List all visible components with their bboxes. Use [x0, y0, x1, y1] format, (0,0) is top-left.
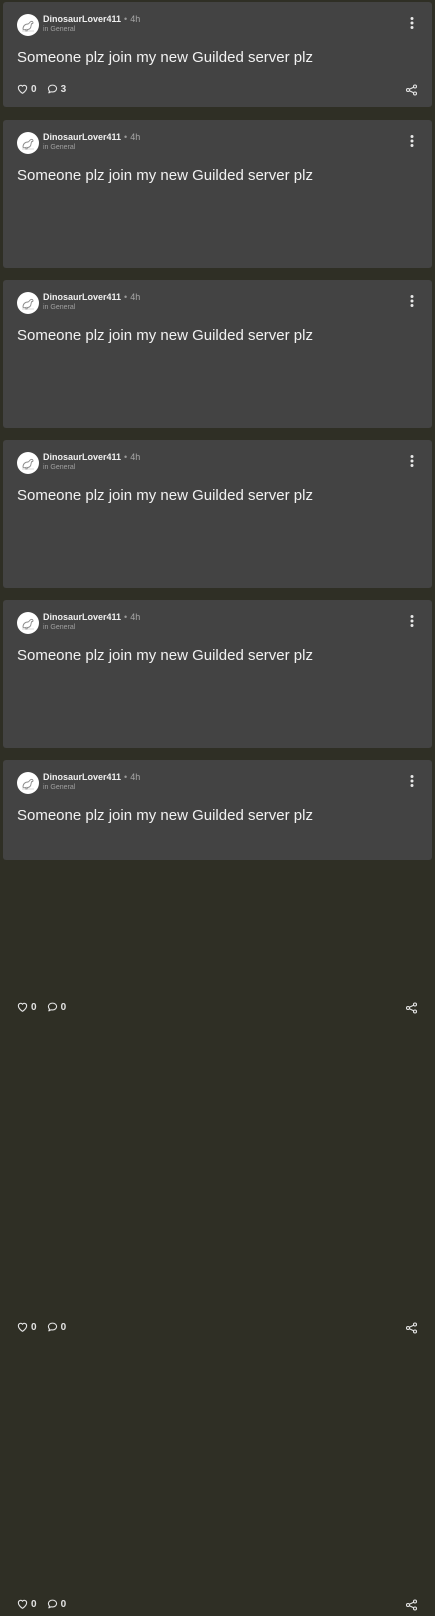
comment-icon: [47, 1322, 61, 1332]
like-count: 0: [31, 1001, 37, 1013]
channel-prefix: in: [43, 784, 49, 791]
comment-count: 0: [60, 1321, 67, 1333]
like-button[interactable]: 0: [17, 1002, 37, 1013]
post-time: 4h: [130, 292, 141, 302]
post-actions: 0 3: [17, 83, 76, 95]
like-count: 0: [31, 1598, 37, 1610]
post-actions: 0 0: [17, 1598, 76, 1610]
post-meta: DinosaurLover411 • 4h in General: [43, 292, 141, 312]
channel-link[interactable]: General: [50, 624, 75, 631]
author-name[interactable]: DinosaurLover411: [43, 292, 121, 302]
post-actions: 0 0: [17, 1001, 76, 1013]
comment-count: 0: [60, 1598, 67, 1610]
author-avatar[interactable]: [17, 772, 39, 794]
post-title[interactable]: Someone plz join my new Guilded server p…: [17, 49, 313, 66]
share-icon[interactable]: [405, 1321, 419, 1334]
separator-dot: •: [124, 612, 128, 622]
author-name[interactable]: DinosaurLover411: [43, 772, 121, 782]
comment-count: 3: [60, 83, 67, 95]
post-channel: in General: [43, 624, 140, 631]
post-time: 4h: [130, 612, 141, 622]
post-card[interactable]: DinosaurLover411 • 4h in General Someone p…: [3, 280, 432, 694]
separator-dot: •: [124, 292, 128, 302]
post-card[interactable]: DinosaurLover411 • 4h in General Someone p…: [3, 120, 432, 374]
post-time: 4h: [130, 452, 141, 462]
channel-prefix: in: [43, 144, 49, 151]
post-meta: DinosaurLover411 • 4h in General: [43, 132, 141, 152]
post-card[interactable]: DinosaurLover411 • 4h in General Someone p…: [3, 760, 432, 1611]
more-vertical-icon[interactable]: [406, 134, 418, 148]
more-vertical-icon[interactable]: [406, 294, 418, 308]
post-meta: DinosaurLover411 • 4h in General: [43, 452, 141, 472]
post-time: 4h: [130, 132, 141, 142]
post-title[interactable]: Someone plz join my new Guilded server p…: [17, 487, 313, 504]
post-title[interactable]: Someone plz join my new Guilded server p…: [17, 327, 313, 344]
channel-link[interactable]: General: [50, 26, 75, 33]
share-icon[interactable]: [405, 1001, 419, 1014]
post-channel: in General: [43, 784, 140, 791]
author-name[interactable]: DinosaurLover411: [43, 452, 121, 462]
post-meta: DinosaurLover411 • 4h in General: [43, 612, 141, 632]
like-count: 0: [31, 1321, 37, 1333]
comment-count: 0: [60, 1001, 67, 1013]
author-avatar[interactable]: [17, 612, 39, 634]
like-count: 0: [31, 83, 37, 95]
separator-dot: •: [124, 14, 128, 24]
post-card[interactable]: DinosaurLover411 • 4h in General Someone p…: [3, 440, 432, 1014]
post-meta: DinosaurLover411 • 4h in General: [43, 772, 141, 792]
post-feed: DinosaurLover411 • 4h in General Someone p…: [0, 0, 435, 1611]
author-avatar[interactable]: [17, 292, 39, 314]
heart-icon: [17, 1002, 31, 1012]
author-name[interactable]: DinosaurLover411: [43, 14, 121, 24]
more-vertical-icon[interactable]: [406, 16, 418, 30]
more-vertical-icon[interactable]: [406, 774, 418, 788]
share-icon[interactable]: [405, 1598, 419, 1611]
post-channel: in General: [43, 464, 140, 471]
author-name[interactable]: DinosaurLover411: [43, 132, 121, 142]
post-card[interactable]: DinosaurLover411 • 4h in General Someone p…: [3, 600, 432, 1334]
comment-icon: [47, 1599, 61, 1609]
channel-link[interactable]: General: [50, 464, 75, 471]
heart-icon: [17, 1322, 31, 1332]
channel-prefix: in: [43, 464, 49, 471]
separator-dot: •: [124, 772, 128, 782]
post-title[interactable]: Someone plz join my new Guilded server p…: [17, 807, 313, 824]
author-avatar[interactable]: [17, 452, 39, 474]
channel-link[interactable]: General: [50, 304, 75, 311]
author-avatar[interactable]: [17, 14, 39, 36]
more-vertical-icon[interactable]: [406, 614, 418, 628]
channel-link[interactable]: General: [50, 784, 75, 791]
separator-dot: •: [124, 132, 128, 142]
comment-button[interactable]: 0: [47, 1598, 67, 1610]
comment-icon: [47, 84, 61, 94]
more-vertical-icon[interactable]: [406, 454, 418, 468]
separator-dot: •: [124, 452, 128, 462]
channel-prefix: in: [43, 26, 49, 33]
channel-prefix: in: [43, 624, 49, 631]
comment-button[interactable]: 3: [47, 83, 67, 95]
comment-button[interactable]: 0: [47, 1321, 67, 1333]
comment-icon: [47, 1002, 61, 1012]
heart-icon: [17, 84, 31, 94]
channel-prefix: in: [43, 304, 49, 311]
post-time: 4h: [130, 772, 141, 782]
author-name[interactable]: DinosaurLover411: [43, 612, 121, 622]
share-icon[interactable]: [405, 83, 419, 96]
post-title[interactable]: Someone plz join my new Guilded server p…: [17, 647, 313, 664]
post-title[interactable]: Someone plz join my new Guilded server p…: [17, 167, 313, 184]
post-meta: DinosaurLover411 • 4h in General: [43, 14, 141, 34]
comment-button[interactable]: 0: [47, 1001, 67, 1013]
post-channel: in General: [43, 144, 140, 151]
like-button[interactable]: 0: [17, 1599, 37, 1610]
heart-icon: [17, 1599, 31, 1609]
like-button[interactable]: 0: [17, 1322, 37, 1333]
like-button[interactable]: 0: [17, 84, 37, 95]
author-avatar[interactable]: [17, 132, 39, 154]
post-channel: in General: [43, 304, 140, 311]
post-actions: 0 0: [17, 1321, 76, 1333]
post-card[interactable]: DinosaurLover411 • 4h in General Someone p…: [3, 2, 432, 107]
channel-link[interactable]: General: [50, 144, 75, 151]
post-channel: in General: [43, 26, 140, 33]
post-time: 4h: [130, 14, 141, 24]
